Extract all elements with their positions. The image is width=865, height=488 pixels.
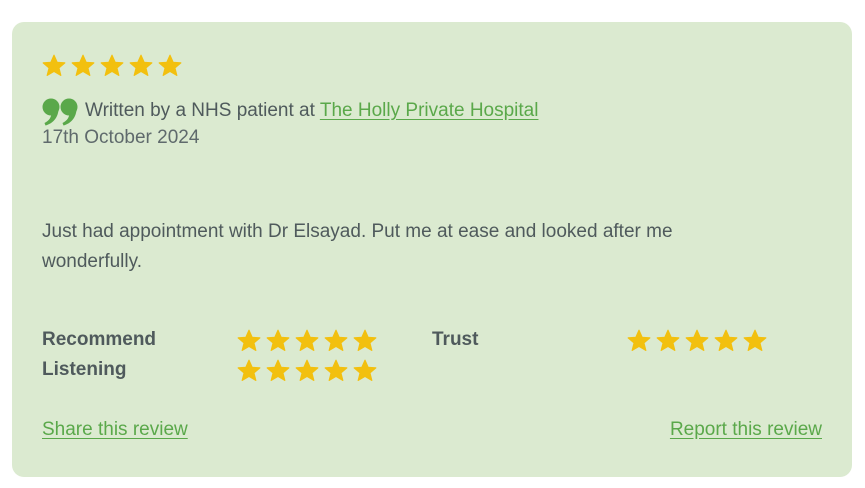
star-icon <box>129 54 153 76</box>
rating-label-recommend: Recommend <box>42 329 157 350</box>
star-icon <box>714 329 738 351</box>
star-icon <box>100 54 124 76</box>
star-icon <box>237 359 261 381</box>
star-icon <box>237 329 261 351</box>
star-icon <box>42 54 66 76</box>
rating-label-listening: Listening <box>42 359 127 380</box>
star-icon <box>295 359 319 381</box>
star-icon <box>627 329 651 351</box>
written-by-text: Written by a NHS patient at <box>85 100 315 121</box>
star-icon <box>71 54 95 76</box>
star-icon <box>353 329 377 351</box>
rating-stars-listening <box>237 359 382 383</box>
hospital-link[interactable]: The Holly Private Hospital <box>320 100 539 122</box>
report-review-link[interactable]: Report this review <box>670 419 822 441</box>
review-date: 17th October 2024 <box>42 127 200 148</box>
star-icon <box>656 329 680 351</box>
star-icon <box>266 359 290 381</box>
star-icon <box>685 329 709 351</box>
rating-label-trust: Trust <box>432 329 479 350</box>
share-review-link[interactable]: Share this review <box>42 419 188 441</box>
star-icon <box>353 359 377 381</box>
rating-stars-trust <box>627 329 772 353</box>
review-card: Written by a NHS patient at The Holly Pr… <box>12 22 852 477</box>
star-icon <box>266 329 290 351</box>
star-icon <box>295 329 319 351</box>
star-icon <box>743 329 767 351</box>
overall-rating-stars <box>42 54 187 78</box>
star-icon <box>158 54 182 76</box>
rating-stars-recommend <box>237 329 382 353</box>
star-icon <box>324 359 348 381</box>
review-author-line: Written by a NHS patient at The Holly Pr… <box>42 96 538 126</box>
star-icon <box>324 329 348 351</box>
review-text: Just had appointment with Dr Elsayad. Pu… <box>42 221 673 272</box>
quote-icon <box>42 98 78 126</box>
